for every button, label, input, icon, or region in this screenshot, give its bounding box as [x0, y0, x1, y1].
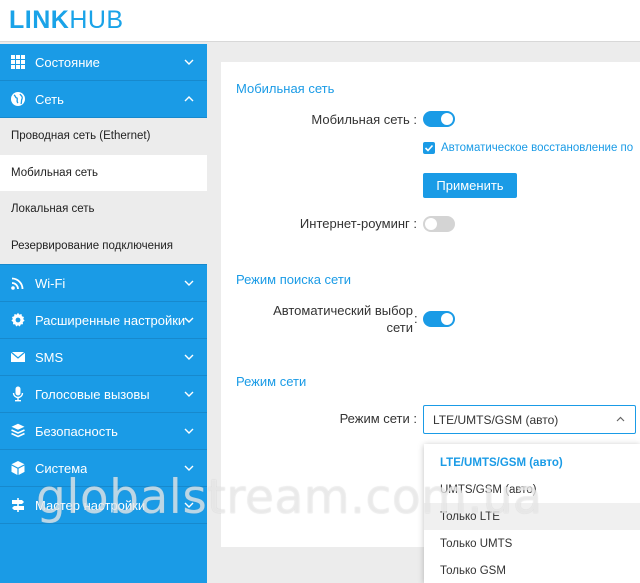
sidebar-item-label: Состояние	[35, 54, 100, 70]
sidebar-item-label: Сеть	[35, 91, 64, 107]
sidebar-item-label: Мастер настройки	[35, 497, 146, 513]
chevron-up-icon	[616, 416, 625, 422]
chevron-down-icon	[184, 317, 194, 323]
top-bar: LINKHUB	[0, 0, 640, 42]
signpost-icon	[10, 497, 26, 513]
chevron-down-icon	[184, 465, 194, 471]
network-search-section-title: Режим поиска сети	[236, 272, 352, 287]
network-mode-option[interactable]: Только GSM	[424, 557, 640, 583]
auto-select-label: Автоматический выбор сети	[273, 302, 413, 336]
logo-bold-text: LINK	[9, 6, 70, 34]
auto-select-label-line1: Автоматический выбор	[273, 303, 413, 318]
chevron-down-icon	[184, 280, 194, 286]
network-mode-section-title: Режим сети	[236, 374, 307, 389]
auto-select-network-toggle[interactable]	[423, 311, 455, 327]
mobile-network-label: Мобильная сеть :	[311, 112, 417, 127]
wifi-icon	[10, 275, 26, 291]
envelope-icon	[10, 349, 26, 365]
sidebar-item-status[interactable]: Состояние	[0, 44, 207, 81]
network-mode-selected-value: LTE/UMTS/GSM (авто)	[433, 412, 559, 427]
network-mode-dropdown: LTE/UMTS/GSM (авто) UMTS/GSM (авто) Толь…	[424, 444, 640, 583]
network-mode-option[interactable]: UMTS/GSM (авто)	[424, 476, 640, 503]
sidebar-item-label: Система	[35, 460, 88, 476]
cube-icon	[10, 460, 26, 476]
network-mode-option[interactable]: Только UMTS	[424, 530, 640, 557]
sidebar-item-label: Wi-Fi	[35, 275, 66, 291]
chevron-down-icon	[184, 354, 194, 360]
logo-light-text: HUB	[69, 6, 124, 34]
auto-select-label-line2: сети	[386, 320, 413, 335]
toggle-knob	[441, 113, 453, 125]
sidebar-item-label: SMS	[35, 349, 64, 365]
sidebar-item-network[interactable]: Сеть	[0, 81, 207, 118]
toggle-knob	[425, 218, 437, 230]
network-mode-option[interactable]: LTE/UMTS/GSM (авто)	[424, 449, 640, 476]
sidebar-item-sms[interactable]: SMS	[0, 339, 207, 376]
sidebar-subitem-backup[interactable]: Резервирование подключения	[0, 227, 207, 264]
sidebar-item-voice-calls[interactable]: Голосовые вызовы	[0, 376, 207, 413]
auto-restore-checkbox[interactable]	[423, 142, 435, 154]
sidebar-item-label: Голосовые вызовы	[35, 386, 150, 402]
chevron-up-icon	[184, 96, 194, 102]
sidebar-item-setup-wizard[interactable]: Мастер настройки	[0, 487, 207, 524]
checkmark-icon	[424, 144, 434, 152]
shield-icon	[10, 423, 26, 439]
sidebar-subitem-mobile-network[interactable]: Мобильная сеть	[0, 154, 207, 191]
chevron-down-icon	[184, 59, 194, 65]
network-mode-label: Режим сети :	[339, 411, 417, 426]
globe-icon	[10, 91, 26, 107]
sidebar-subitem-lan[interactable]: Локальная сеть	[0, 191, 207, 228]
sidebar-item-advanced[interactable]: Расширенные настройки	[0, 302, 207, 339]
sidebar-subitem-ethernet[interactable]: Проводная сеть (Ethernet)	[0, 118, 207, 155]
chevron-down-icon	[184, 391, 194, 397]
gear-icon	[10, 312, 26, 328]
auto-restore-label: Автоматическое восстановление по	[441, 142, 634, 154]
sidebar-item-wifi[interactable]: Wi-Fi	[0, 265, 207, 302]
sidebar-item-label: Безопасность	[35, 423, 118, 439]
grid-icon	[10, 54, 26, 70]
chevron-down-icon	[184, 502, 194, 508]
chevron-down-icon	[184, 428, 194, 434]
mobile-network-section-title: Мобильная сеть	[236, 81, 335, 96]
network-mode-option[interactable]: Только LTE	[424, 503, 640, 530]
network-mode-select[interactable]: LTE/UMTS/GSM (авто)	[423, 405, 636, 434]
apply-button[interactable]: Применить	[423, 173, 517, 198]
toggle-knob	[441, 313, 453, 325]
network-submenu: Проводная сеть (Ethernet) Мобильная сеть…	[0, 118, 207, 265]
linkhub-logo[interactable]: LINKHUB	[9, 6, 124, 35]
mobile-network-toggle[interactable]	[423, 111, 455, 127]
microphone-icon	[10, 386, 26, 402]
auto-select-colon: :	[414, 311, 418, 326]
roaming-toggle[interactable]	[423, 216, 455, 232]
sidebar: Состояние Сеть Проводная сеть (Ethernet)…	[0, 44, 207, 583]
sidebar-item-system[interactable]: Система	[0, 450, 207, 487]
sidebar-item-security[interactable]: Безопасность	[0, 413, 207, 450]
sidebar-item-label: Расширенные настройки	[35, 312, 185, 328]
roaming-label: Интернет-роуминг :	[299, 216, 417, 231]
